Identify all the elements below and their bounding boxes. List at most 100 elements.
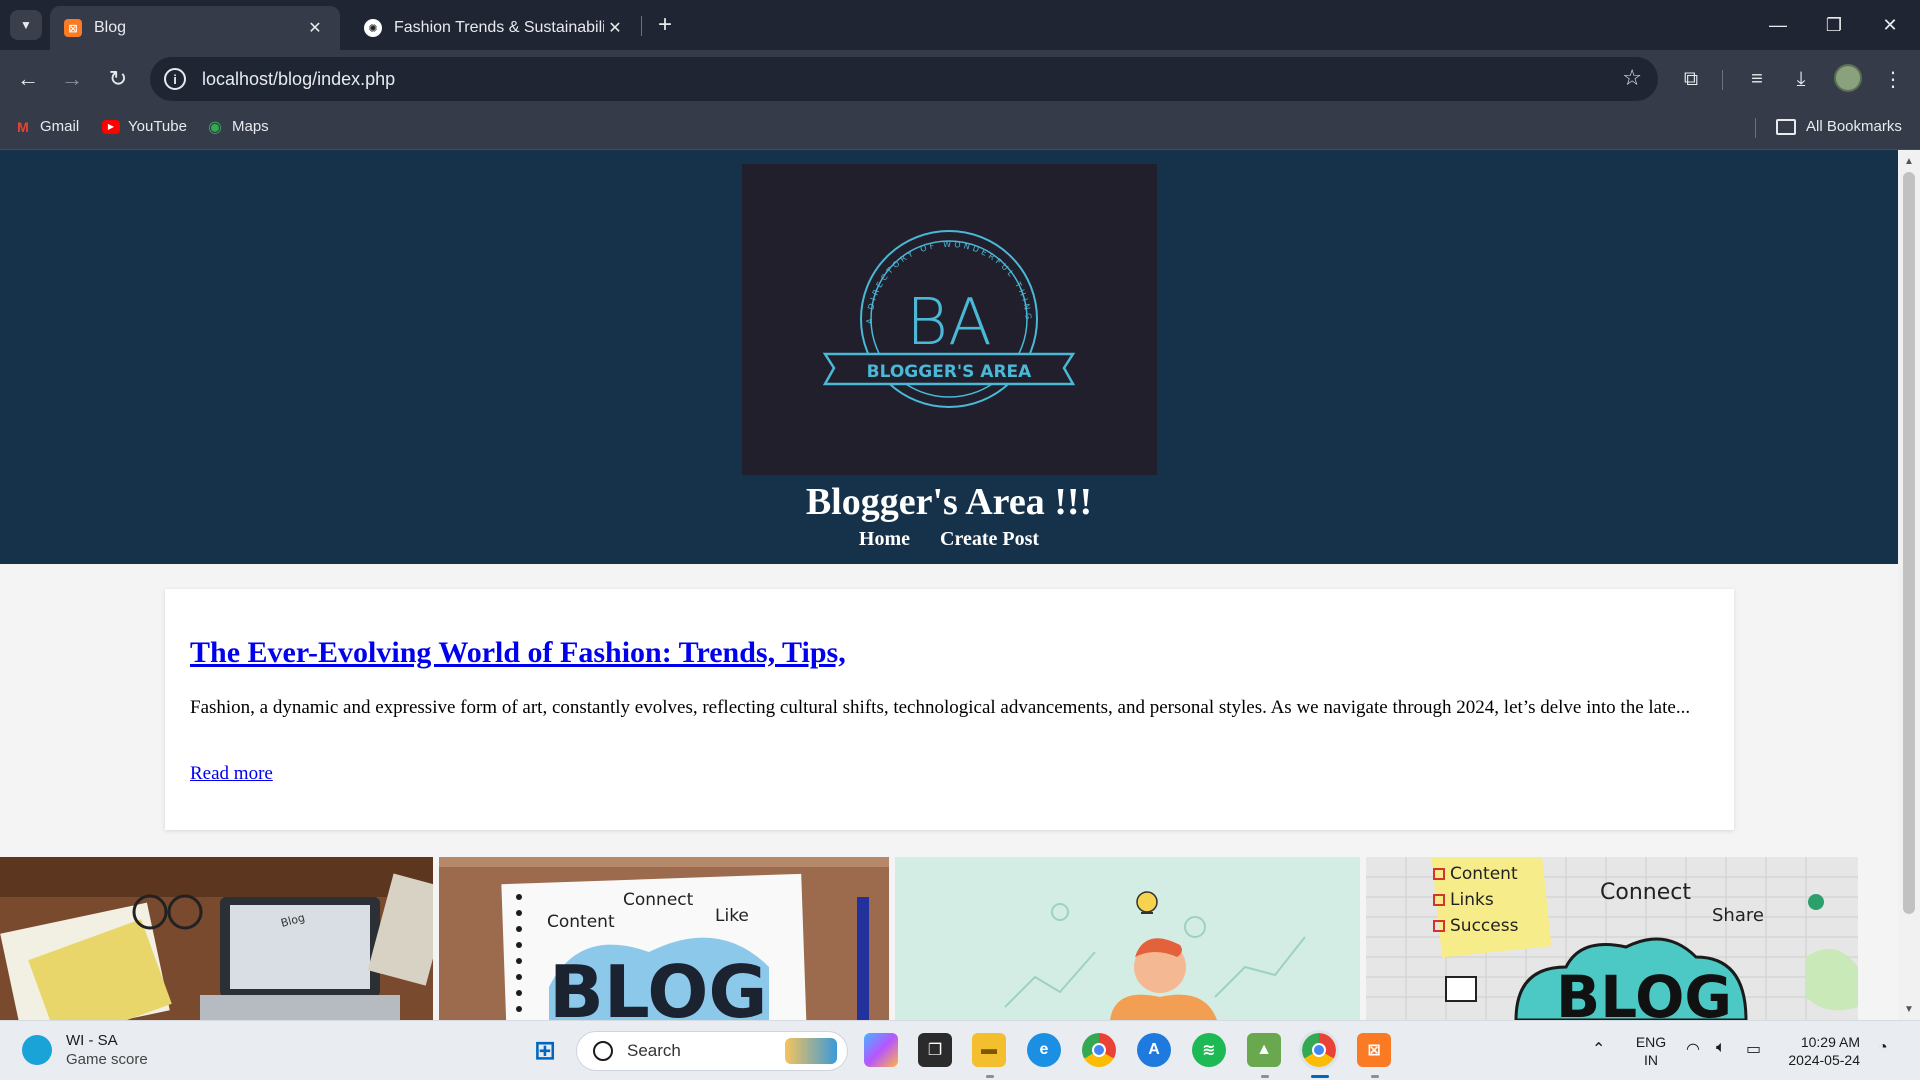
scroll-up-icon[interactable]: ▲ bbox=[1898, 152, 1920, 170]
battery-icon[interactable]: ▭ bbox=[1746, 1039, 1761, 1059]
weather-subtitle: Game score bbox=[66, 1051, 148, 1068]
thumbnail-word: Content bbox=[547, 912, 615, 932]
site-title: Blogger's Area !!! bbox=[805, 481, 1093, 523]
nav-home-link[interactable]: Home bbox=[859, 528, 910, 551]
thumbnail-word: Like bbox=[715, 906, 749, 926]
browser-tab-bar: ▼ ⊠ Blog ✕ ✺ Fashion Trends & Sustainabi… bbox=[0, 0, 1920, 50]
file-explorer-button[interactable]: ▬ bbox=[972, 1033, 1006, 1067]
running-indicator-active bbox=[1311, 1075, 1329, 1078]
xampp-button[interactable]: ⊠ bbox=[1357, 1033, 1391, 1067]
thumbnail-word: BLOG bbox=[549, 950, 768, 1020]
running-indicator bbox=[1261, 1075, 1269, 1078]
more-vertical-icon: ⋮ bbox=[1883, 68, 1903, 91]
media-control-button[interactable]: ≡ bbox=[1740, 62, 1774, 96]
chevron-down-icon: ▼ bbox=[20, 18, 32, 32]
logo-banner-text: BLOGGER'S AREA bbox=[867, 362, 1032, 382]
all-bookmarks-button[interactable]: All Bookmarks bbox=[1776, 118, 1902, 135]
workspace-laptop-image[interactable]: Blog bbox=[0, 857, 433, 1020]
notification-bell-icon[interactable]: ◔ bbox=[1878, 1039, 1888, 1057]
post-excerpt: Fashion, a dynamic and expressive form o… bbox=[190, 697, 1691, 718]
image-icon: ▲ bbox=[1256, 1041, 1272, 1058]
volume-icon[interactable]: 🔈︎ bbox=[1716, 1039, 1726, 1057]
restore-button[interactable]: ❐ bbox=[1806, 0, 1862, 50]
tab-search-button[interactable]: ▼ bbox=[10, 10, 42, 40]
show-hidden-icons-button[interactable]: ⌃ bbox=[1592, 1039, 1605, 1059]
star-icon[interactable]: ☆ bbox=[1622, 65, 1642, 91]
logo-graphic: A DIRECTORY OF WONDERFUL THINGS BA BLOGG… bbox=[738, 157, 1076, 408]
back-button[interactable]: ← bbox=[10, 62, 46, 96]
weather-widget[interactable]: WI - SA Game score bbox=[22, 1031, 148, 1069]
extensions-button[interactable]: ⧉ bbox=[1674, 62, 1708, 96]
xampp-icon: ⊠ bbox=[64, 19, 82, 37]
scroll-thumb[interactable] bbox=[1903, 172, 1915, 914]
clock[interactable]: 10:29 AM 2024-05-24 bbox=[1776, 1033, 1860, 1069]
search-highlight-icon bbox=[785, 1038, 837, 1064]
photos-app-button[interactable]: ▲ bbox=[1247, 1033, 1281, 1067]
thumbnail-strip: Blog Content Connect Like BLOG Content L… bbox=[0, 857, 1898, 1020]
language-top: ENG bbox=[1635, 1034, 1667, 1050]
thumbnail-word: BLOG bbox=[1556, 963, 1732, 1020]
site-nav: Home Create Post bbox=[0, 528, 1898, 551]
blog-notebook-image[interactable]: Content Connect Like BLOG bbox=[439, 857, 889, 1020]
new-tab-button[interactable]: + bbox=[650, 10, 680, 40]
puzzle-icon: ⧉ bbox=[1683, 67, 1699, 90]
start-button[interactable]: ⊞ bbox=[528, 1033, 562, 1067]
blog-sticky-notes-image[interactable]: Content Links Success Connect Share BLOG bbox=[1366, 857, 1858, 1020]
menu-button[interactable]: ⋮ bbox=[1876, 62, 1910, 96]
profile-avatar[interactable] bbox=[1834, 64, 1862, 92]
bookmark-label: YouTube bbox=[128, 118, 187, 135]
thinking-person-image[interactable] bbox=[895, 857, 1360, 1020]
bookmark-label: Maps bbox=[232, 118, 269, 135]
running-indicator bbox=[1371, 1075, 1379, 1078]
app-store-button[interactable]: A bbox=[1137, 1033, 1171, 1067]
minimize-button[interactable]: — bbox=[1750, 0, 1806, 50]
close-icon: ✕ bbox=[1882, 14, 1898, 35]
bookmark-youtube[interactable]: ▶ YouTube bbox=[102, 118, 187, 135]
chrome-profile-button[interactable] bbox=[1299, 1030, 1339, 1070]
arrow-left-icon: ← bbox=[17, 66, 39, 91]
spotify-button[interactable]: ≋ bbox=[1192, 1033, 1226, 1067]
post-title-link[interactable]: The Ever-Evolving World of Fashion: Tren… bbox=[190, 636, 846, 670]
chrome-button[interactable] bbox=[1082, 1033, 1116, 1067]
thumbnail-word: Share bbox=[1712, 905, 1764, 926]
thumbnail-word: Success bbox=[1450, 916, 1519, 936]
task-view-button[interactable]: ❐ bbox=[918, 1033, 952, 1067]
search-icon bbox=[593, 1041, 613, 1061]
read-more-link[interactable]: Read more bbox=[190, 763, 273, 785]
vertical-scrollbar[interactable]: ▲ ▼ bbox=[1898, 150, 1920, 1020]
chrome-icon bbox=[1312, 1043, 1326, 1057]
forward-button[interactable]: → bbox=[54, 62, 90, 96]
nav-create-post-link[interactable]: Create Post bbox=[940, 528, 1039, 551]
browser-toolbar: ← → ↻ i localhost/blog/index.php ☆ ⧉ ≡ ⤓… bbox=[0, 50, 1920, 108]
youtube-icon: ▶ bbox=[102, 119, 120, 134]
scroll-down-icon[interactable]: ▼ bbox=[1898, 1000, 1920, 1018]
bookmark-gmail[interactable]: M Gmail bbox=[14, 118, 79, 135]
bookmarks-divider bbox=[1755, 118, 1756, 138]
tab-title: Blog bbox=[94, 19, 127, 36]
xampp-icon: ⊠ bbox=[1367, 1042, 1381, 1059]
restore-icon: ❐ bbox=[1825, 14, 1843, 35]
tab-fashion-trends[interactable]: ✺ Fashion Trends & Sustainability ✕ bbox=[350, 6, 640, 50]
page-viewport: A DIRECTORY OF WONDERFUL THINGS BA BLOGG… bbox=[0, 150, 1898, 1020]
close-icon[interactable]: ✕ bbox=[604, 17, 626, 39]
close-window-button[interactable]: ✕ bbox=[1862, 0, 1918, 50]
site-info-icon[interactable]: i bbox=[164, 68, 186, 90]
thumbnail-word: Links bbox=[1450, 890, 1494, 910]
task-view-icon: ❐ bbox=[927, 1042, 943, 1059]
url-text[interactable]: localhost/blog/index.php bbox=[202, 69, 395, 90]
bookmarks-bar: M Gmail ▶ YouTube ◉ Maps All Bookmarks bbox=[0, 108, 1920, 150]
downloads-button[interactable]: ⤓ bbox=[1784, 62, 1818, 96]
reload-button[interactable]: ↻ bbox=[100, 62, 136, 96]
playlist-icon: ≡ bbox=[1751, 67, 1763, 90]
post-card: The Ever-Evolving World of Fashion: Tren… bbox=[165, 589, 1734, 830]
wifi-icon[interactable]: ◠ bbox=[1686, 1039, 1700, 1059]
language-indicator[interactable]: ENG IN bbox=[1634, 1033, 1668, 1069]
tab-blog[interactable]: ⊠ Blog ✕ bbox=[50, 6, 340, 50]
copilot-button[interactable] bbox=[864, 1033, 898, 1067]
all-bookmarks-label: All Bookmarks bbox=[1806, 118, 1902, 135]
address-bar[interactable]: i localhost/blog/index.php ☆ bbox=[150, 57, 1658, 101]
bookmark-maps[interactable]: ◉ Maps bbox=[206, 118, 269, 136]
close-icon[interactable]: ✕ bbox=[304, 17, 326, 39]
edge-button[interactable]: e bbox=[1027, 1033, 1061, 1067]
taskbar-search[interactable]: Search bbox=[576, 1031, 848, 1071]
